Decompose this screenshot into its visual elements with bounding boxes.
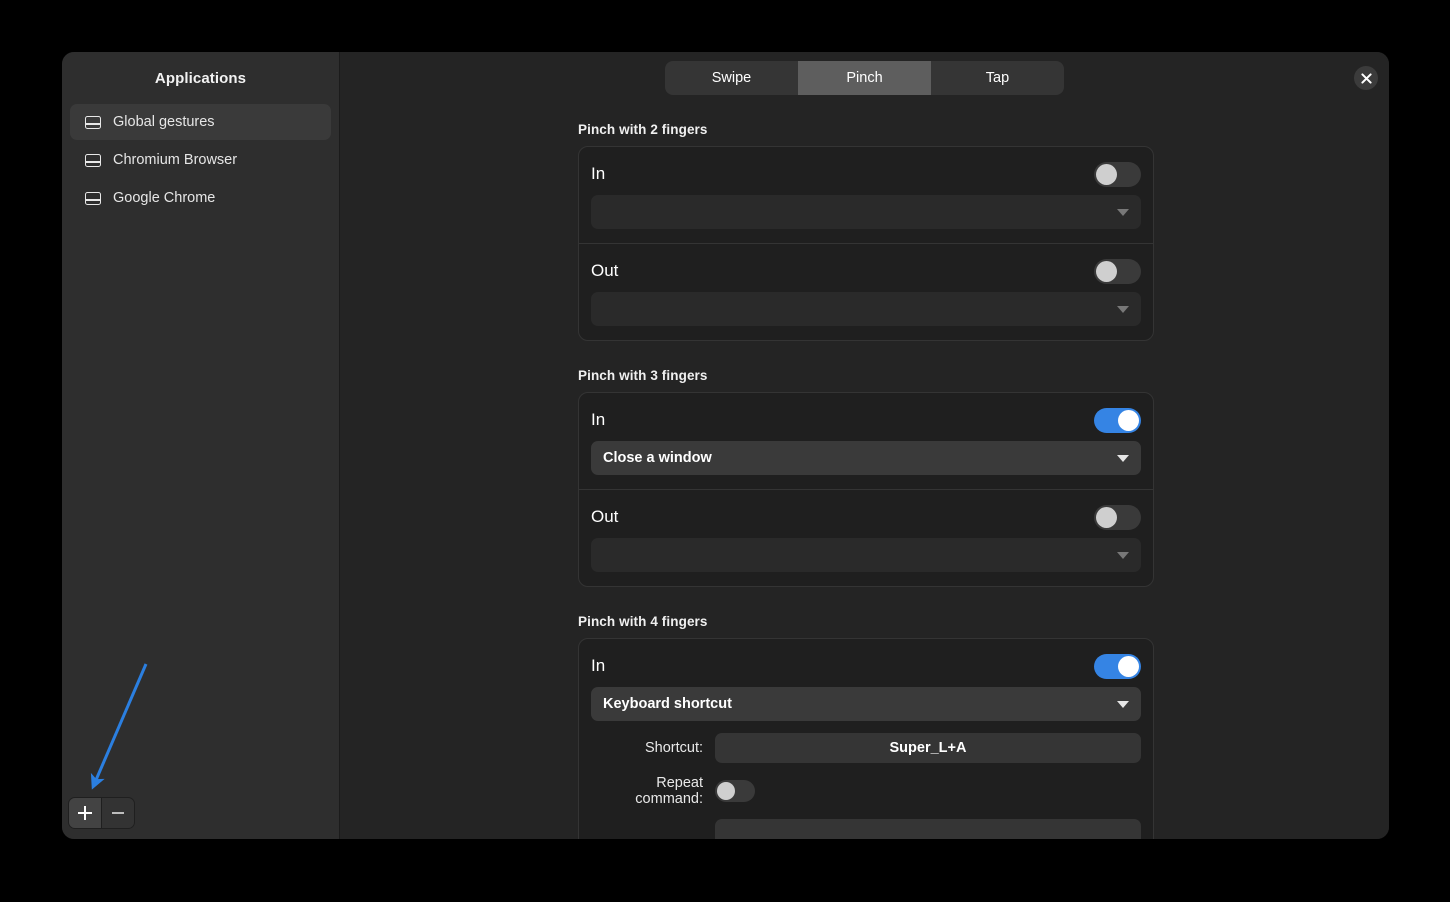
chevron-down-icon xyxy=(1117,551,1129,559)
gesture-direction-label: Out xyxy=(591,507,619,526)
sidebar-item-label: Google Chrome xyxy=(113,190,216,206)
gesture-action-dropdown[interactable]: Keyboard shortcut xyxy=(591,687,1141,721)
sidebar-item-label: Chromium Browser xyxy=(113,152,238,168)
group-title-pinch-3: Pinch with 3 fingers xyxy=(578,368,708,383)
settings-content: Pinch with 2 fingers In Out Pinch with 3… xyxy=(578,122,1154,839)
gestures-settings-window: Applications Global gestures Chromium Br… xyxy=(62,52,1389,839)
repeat-command-control xyxy=(715,780,1141,802)
minus-icon xyxy=(112,812,124,814)
group-title-pinch-2: Pinch with 2 fingers xyxy=(578,122,708,137)
gesture-type-tabs: Swipe Pinch Tap xyxy=(665,61,1064,95)
gesture-action-dropdown[interactable] xyxy=(591,292,1141,326)
dropdown-value: Keyboard shortcut xyxy=(603,696,732,712)
gesture-row-in: In Close a window xyxy=(579,393,1153,489)
gesture-enable-toggle[interactable] xyxy=(1094,161,1141,187)
shortcut-label: Shortcut: xyxy=(644,740,703,756)
add-application-button[interactable] xyxy=(69,798,101,828)
close-button[interactable] xyxy=(1354,66,1378,90)
tab-label: Tap xyxy=(985,70,1010,86)
group-title-pinch-4: Pinch with 4 fingers xyxy=(578,614,708,629)
touchpad-icon xyxy=(84,190,101,207)
screen: Applications Global gestures Chromium Br… xyxy=(0,0,1450,902)
toggle-knob xyxy=(1096,260,1117,282)
chevron-down-icon xyxy=(1117,305,1129,313)
touchpad-icon xyxy=(84,114,101,131)
remove-application-button[interactable] xyxy=(101,798,134,828)
add-remove-button-group xyxy=(68,797,135,829)
sidebar-title: Applications xyxy=(154,69,247,87)
sidebar-item-global-gestures[interactable]: Global gestures xyxy=(70,104,331,140)
gesture-enable-toggle[interactable] xyxy=(1094,407,1141,433)
tab-pinch[interactable]: Pinch xyxy=(798,61,931,95)
gesture-row-header: In xyxy=(591,405,1141,435)
sidebar-footer xyxy=(62,797,339,839)
gesture-enable-toggle[interactable] xyxy=(1094,653,1141,679)
sidebar: Applications Global gestures Chromium Br… xyxy=(62,52,340,839)
toggle-knob xyxy=(1096,163,1117,185)
gesture-row-header: In xyxy=(591,159,1141,189)
toggle-knob xyxy=(717,782,735,800)
toggle-knob xyxy=(1118,409,1139,431)
gesture-row-out: Out xyxy=(579,489,1153,586)
chevron-down-icon xyxy=(1117,208,1129,216)
toggle-knob xyxy=(1118,655,1139,677)
gesture-direction-label: In xyxy=(591,656,606,675)
next-field-row-clipped xyxy=(591,819,1141,839)
tab-tap[interactable]: Tap xyxy=(931,61,1064,95)
tab-label: Swipe xyxy=(711,70,752,86)
gesture-action-dropdown[interactable]: Close a window xyxy=(591,441,1141,475)
gesture-card-pinch-2: In Out xyxy=(578,146,1154,341)
repeat-command-label: Repeat command: xyxy=(635,775,703,807)
main-panel: Swipe Pinch Tap Pinch with 2 fingers In … xyxy=(340,52,1389,839)
gesture-enable-toggle[interactable] xyxy=(1094,504,1141,530)
chevron-down-icon xyxy=(1117,454,1129,462)
topbar: Swipe Pinch Tap xyxy=(340,52,1389,104)
repeat-command-toggle[interactable] xyxy=(715,780,755,802)
gesture-action-dropdown[interactable] xyxy=(591,538,1141,572)
sidebar-item-google-chrome[interactable]: Google Chrome xyxy=(70,180,331,216)
gesture-enable-toggle[interactable] xyxy=(1094,258,1141,284)
gesture-card-pinch-4: In Keyboard shortcut Shortcut: Super_L+A… xyxy=(578,638,1154,839)
gesture-row-header: In xyxy=(591,651,1141,681)
sidebar-list: Global gestures Chromium Browser Google … xyxy=(62,104,339,216)
gesture-action-dropdown[interactable] xyxy=(591,195,1141,229)
sidebar-item-label: Global gestures xyxy=(113,114,215,130)
sidebar-item-chromium-browser[interactable]: Chromium Browser xyxy=(70,142,331,178)
gesture-row-out: Out xyxy=(579,243,1153,340)
settings-scroll-area[interactable]: Pinch with 2 fingers In Out Pinch with 3… xyxy=(340,104,1389,839)
gesture-direction-label: Out xyxy=(591,261,619,280)
next-field-input[interactable] xyxy=(715,819,1141,839)
shortcut-value: Super_L+A xyxy=(889,740,967,756)
shortcut-field-row: Shortcut: Super_L+A xyxy=(591,733,1141,763)
shortcut-button[interactable]: Super_L+A xyxy=(715,733,1141,763)
gesture-row-header: Out xyxy=(591,256,1141,286)
close-icon xyxy=(1360,72,1372,84)
gesture-row-in: In xyxy=(579,147,1153,243)
toggle-knob xyxy=(1096,506,1117,528)
repeat-command-row: Repeat command: xyxy=(591,775,1141,807)
gesture-card-pinch-3: In Close a window Out xyxy=(578,392,1154,587)
chevron-down-icon xyxy=(1117,700,1129,708)
tab-label: Pinch xyxy=(846,70,883,86)
gesture-row-header: Out xyxy=(591,502,1141,532)
touchpad-icon xyxy=(84,152,101,169)
dropdown-value: Close a window xyxy=(603,450,712,466)
gesture-direction-label: In xyxy=(591,164,606,183)
tab-swipe[interactable]: Swipe xyxy=(665,61,798,95)
plus-icon xyxy=(78,806,92,820)
gesture-direction-label: In xyxy=(591,410,606,429)
gesture-row-in: In Keyboard shortcut Shortcut: Super_L+A… xyxy=(579,639,1153,839)
